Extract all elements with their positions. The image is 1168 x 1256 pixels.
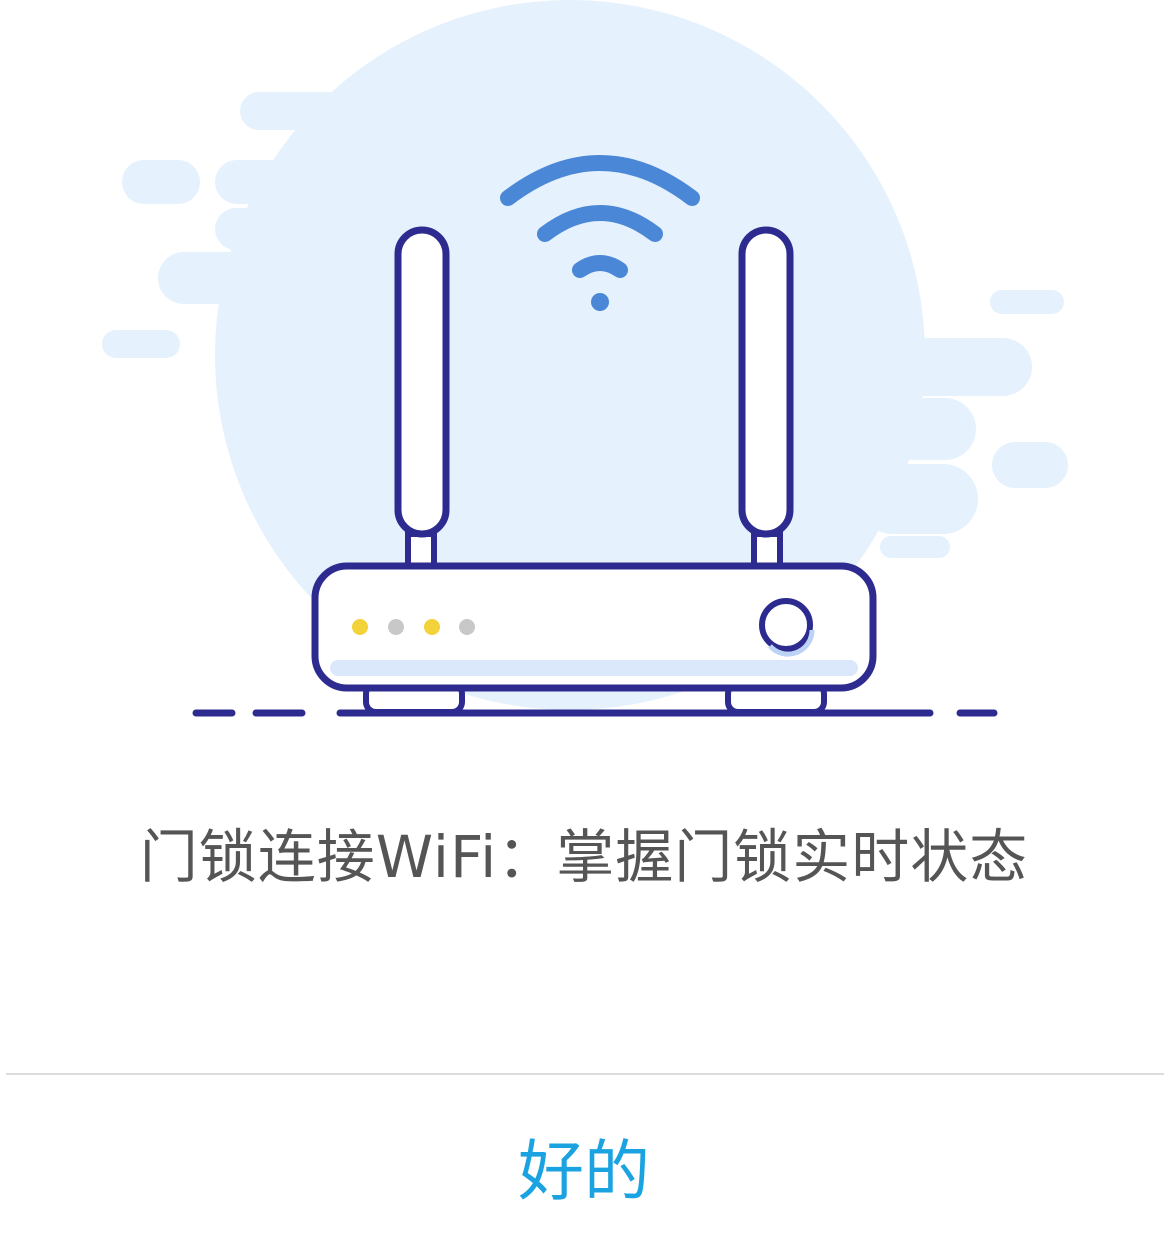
left-antenna bbox=[394, 226, 450, 573]
wifi-router-illustration bbox=[102, 0, 1068, 717]
ok-button[interactable]: 好的 bbox=[0, 1076, 1168, 1256]
right-antenna bbox=[738, 226, 794, 573]
wifi-dot bbox=[591, 293, 609, 311]
dialog-message: 门锁连接WiFi：掌握门锁实时状态 bbox=[139, 823, 1029, 891]
wifi-tip-dialog: 门锁连接WiFi：掌握门锁实时状态 好的 bbox=[0, 0, 1168, 1256]
router-power-button bbox=[759, 598, 813, 652]
divider bbox=[6, 1073, 1164, 1075]
